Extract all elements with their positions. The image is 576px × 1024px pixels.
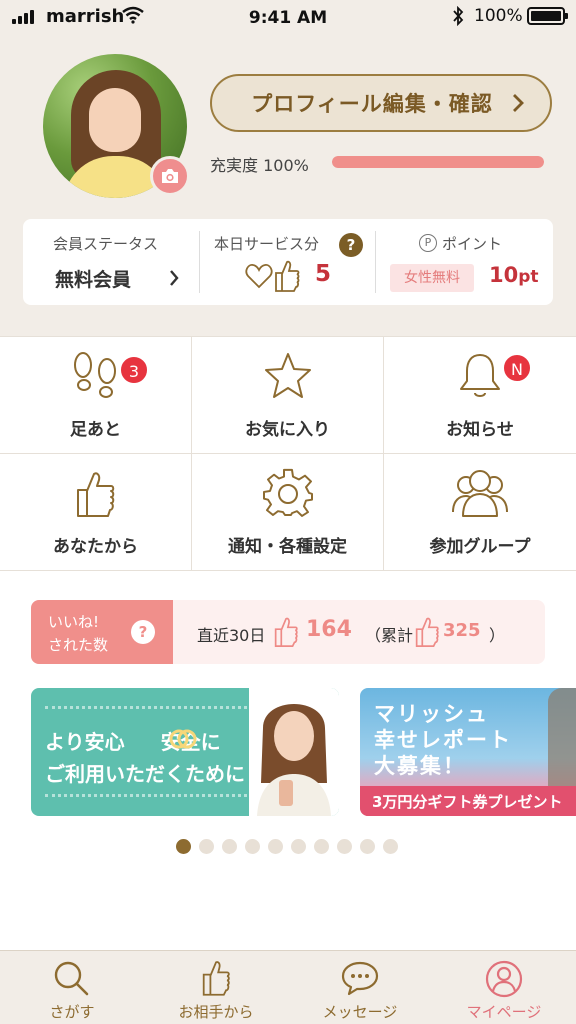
thumbs-up-icon <box>274 617 298 647</box>
menu-from-you-label: あなたから <box>53 537 138 557</box>
help-icon[interactable]: ? <box>339 233 363 257</box>
likes-recent-label: 直近30日 <box>197 626 266 645</box>
points-value: 10pt <box>489 263 539 287</box>
edit-profile-label: プロフィール編集・確認 <box>251 92 493 116</box>
tab-from-partner[interactable]: お相手から <box>144 951 288 1024</box>
completion-bar <box>332 156 544 168</box>
report-banner-line3: 大募集！ <box>374 754 466 778</box>
likes-total-label: （累計 <box>365 626 414 645</box>
menu-groups-label: 参加グループ <box>429 537 531 557</box>
points-badge: 女性無料 <box>390 264 474 292</box>
footprints-badge: 3 <box>119 355 149 385</box>
chevron-right-icon[interactable] <box>169 269 179 287</box>
menu-notifications-label: お知らせ <box>446 420 514 440</box>
likes-total-close: ） <box>489 626 506 645</box>
thumbs-up-icon <box>415 617 439 647</box>
chat-icon <box>341 961 379 996</box>
camera-icon <box>162 169 178 183</box>
member-status-title: 会員ステータス <box>53 235 159 253</box>
rings-icon <box>169 729 197 749</box>
pager-dot[interactable] <box>199 839 214 854</box>
battery-icon <box>527 7 568 25</box>
edit-profile-button[interactable]: プロフィール編集・確認 <box>210 74 552 132</box>
footprints-icon <box>73 352 116 398</box>
banner-photo <box>548 688 576 786</box>
safety-banner-line2: ご利用いただくために <box>45 762 245 786</box>
menu-groups[interactable]: 参加グループ <box>384 454 576 571</box>
thumbs-up-icon <box>275 260 300 292</box>
pager-dot[interactable] <box>222 839 237 854</box>
bell-icon <box>460 354 500 397</box>
tab-my-page-label: マイページ <box>466 1003 542 1021</box>
member-status-value[interactable]: 無料会員 <box>55 265 131 292</box>
group-icon <box>452 470 508 517</box>
pager-dot[interactable] <box>291 839 306 854</box>
likes-total-count: 325 <box>443 620 481 641</box>
likes-tag-line2: された数 <box>48 636 109 654</box>
battery-percent: 100% <box>474 6 523 26</box>
pager-dot[interactable] <box>176 839 191 854</box>
pager-dot[interactable] <box>314 839 329 854</box>
divider <box>199 231 200 293</box>
gear-icon <box>262 468 313 517</box>
heart-icon <box>245 264 273 289</box>
points-unit: pt <box>518 267 539 287</box>
happiness-report-banner[interactable]: マリッシュ 幸せレポート 大募集！ 3万円分ギフト券プレゼント <box>360 688 576 816</box>
safety-banner-text-a: より安心 <box>45 730 125 754</box>
pager-dot[interactable] <box>268 839 283 854</box>
service-count: 5 <box>315 261 332 287</box>
tab-messages-label: メッセージ <box>322 1003 398 1021</box>
menu-favorites[interactable]: お気に入り <box>192 337 384 454</box>
camera-button[interactable] <box>150 156 190 196</box>
thumbs-up-icon <box>202 961 230 996</box>
report-banner-strip-text: 3万円分ギフト券プレゼント <box>372 793 563 811</box>
stats-card: 会員ステータス 無料会員 本日サービス分 ? 5 P ポイント 女性無料 10p… <box>23 219 553 305</box>
likes-received-panel: いいね! された数 ? 直近30日 164 （累計 325 ） <box>31 600 545 664</box>
divider <box>375 231 376 293</box>
completion-label: 充実度 100% <box>210 156 309 175</box>
pager-dot[interactable] <box>383 839 398 854</box>
points-number: 10 <box>489 263 519 287</box>
pager-dot[interactable] <box>245 839 260 854</box>
menu-footprints-label: 足あと <box>70 420 121 440</box>
tab-search[interactable]: さがす <box>0 951 144 1024</box>
likes-tag-line1: いいね! <box>48 613 100 631</box>
bluetooth-icon <box>453 6 464 26</box>
profile-header: プロフィール編集・確認 充実度 100% 会員ステータス 無料会員 本日サービス… <box>0 34 576 336</box>
completion-bar-fill <box>332 156 544 168</box>
likes-recent-count: 164 <box>306 617 352 642</box>
thumbs-up-icon <box>76 472 114 517</box>
tab-from-partner-label: お相手から <box>178 1003 254 1021</box>
banner-pager <box>176 839 406 855</box>
help-icon[interactable]: ? <box>131 620 155 644</box>
menu-notifications[interactable]: N お知らせ <box>384 337 576 454</box>
tab-bar: さがす お相手から メッセージ マイページ <box>0 950 576 1024</box>
menu-settings[interactable]: 通知・各種設定 <box>192 454 384 571</box>
tab-messages[interactable]: メッセージ <box>288 951 432 1024</box>
report-banner-strip: 3万円分ギフト券プレゼント <box>360 786 576 816</box>
status-bar: marrish 9:41 AM 100% <box>0 0 576 34</box>
menu-footprints[interactable]: 3 足あと <box>0 337 192 454</box>
points-title: ポイント <box>442 235 503 253</box>
star-icon <box>264 353 311 398</box>
likes-tag: いいね! された数 ? <box>31 600 173 664</box>
pager-dot[interactable] <box>337 839 352 854</box>
menu-settings-label: 通知・各種設定 <box>228 537 347 557</box>
menu-grid: 3 足あと お気に入り N お知らせ あなたから 通知・各種設定 参加グループ <box>0 336 576 571</box>
banner-photo <box>249 688 339 816</box>
search-icon <box>54 961 89 996</box>
pager-dot[interactable] <box>360 839 375 854</box>
chevron-right-icon <box>513 94 524 112</box>
tab-search-label: さがす <box>49 1003 95 1021</box>
menu-favorites-label: お気に入り <box>245 420 330 440</box>
point-icon: P <box>419 234 437 252</box>
service-title: 本日サービス分 <box>214 235 320 253</box>
safety-banner[interactable]: より安心 安全に ご利用いただくために <box>31 688 339 816</box>
user-icon <box>485 960 523 998</box>
notifications-badge: N <box>502 353 532 383</box>
menu-from-you[interactable]: あなたから <box>0 454 192 571</box>
tab-my-page[interactable]: マイページ <box>432 951 576 1024</box>
